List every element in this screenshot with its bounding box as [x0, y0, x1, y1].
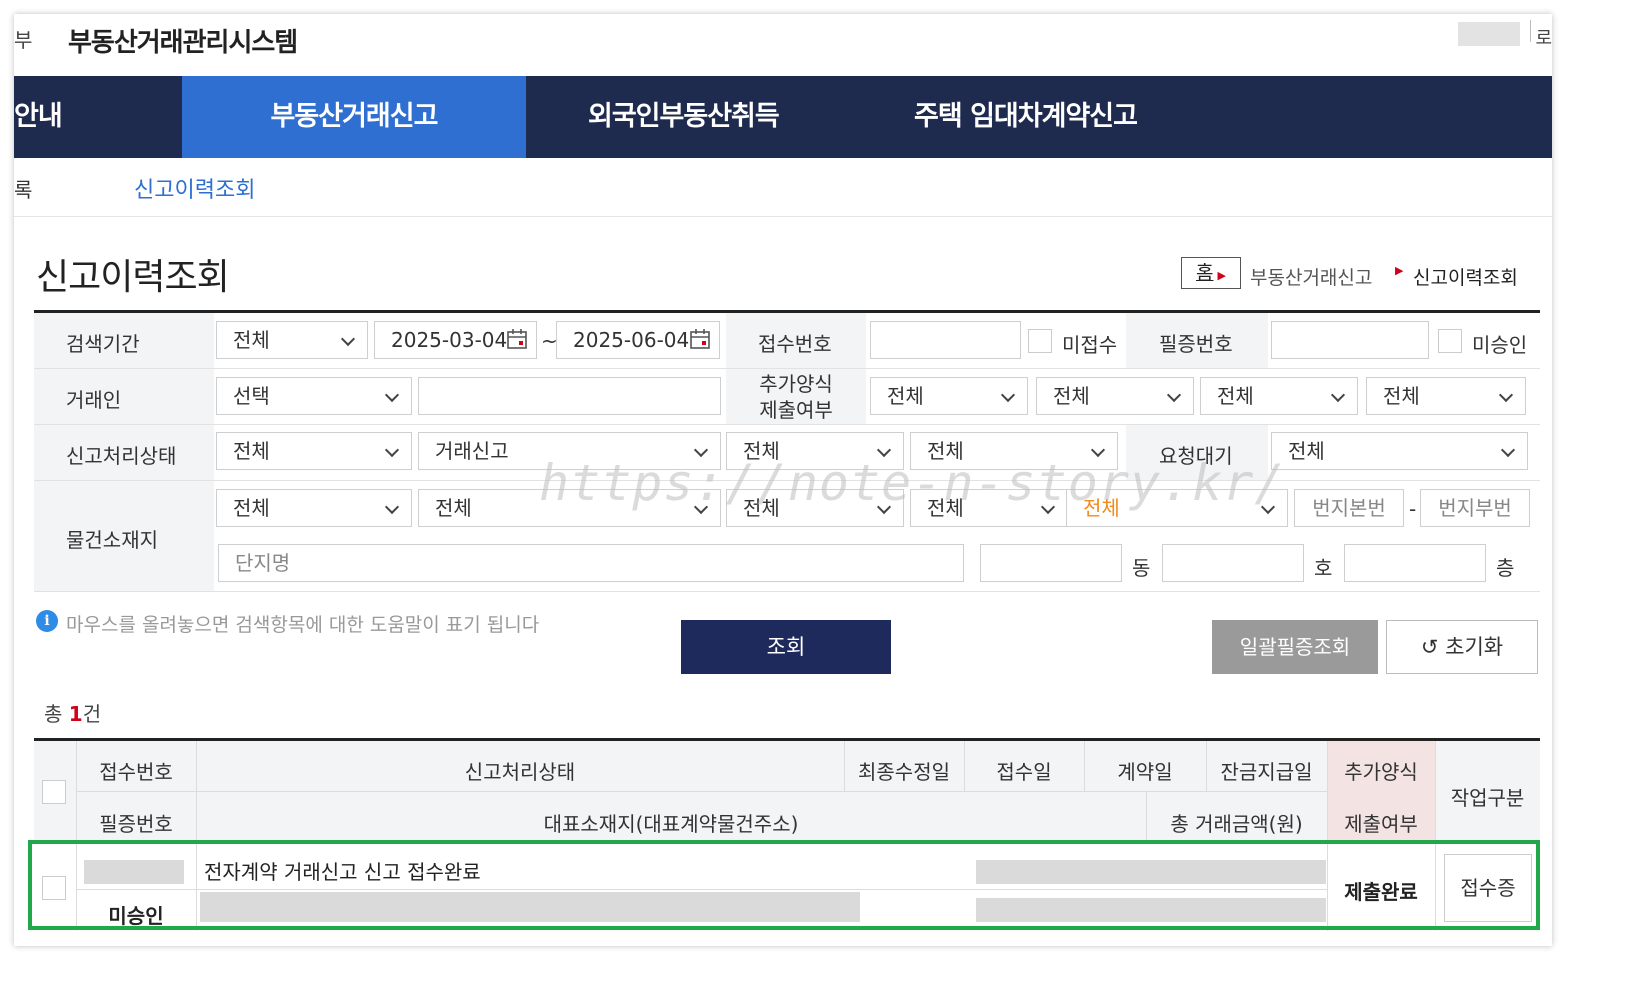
start-date-input[interactable]: 2025-03-04	[374, 321, 537, 359]
period-label: 검색기간	[66, 332, 140, 356]
label-cell	[34, 369, 214, 424]
highlight-box	[28, 840, 1540, 930]
app-title[interactable]: 부동산거래관리시스템	[68, 22, 298, 59]
breadcrumb-current: 신고이력조회	[1413, 267, 1518, 289]
dong-input[interactable]	[980, 544, 1122, 582]
info-icon: i	[36, 610, 58, 632]
col-cert-no: 필증번호	[99, 812, 173, 836]
floor-input[interactable]	[1344, 544, 1486, 582]
extra-form-label-line1: 추가양식	[759, 372, 833, 396]
start-date-value: 2025-03-04	[391, 328, 508, 352]
extra-form-label-line2: 제출여부	[759, 398, 833, 422]
col-total-amount: 총 거래금액(원)	[1170, 812, 1303, 836]
breadcrumb-home[interactable]: 홈 ▶	[1181, 257, 1241, 289]
reset-button-label: 초기화	[1445, 635, 1504, 659]
status-select-1[interactable]: 전체	[216, 432, 412, 470]
result-count-prefix: 총	[44, 702, 69, 726]
bonbun-input[interactable]: 번지본번	[1294, 489, 1404, 527]
period-select[interactable]: 전체	[216, 321, 368, 359]
col-task: 작업구분	[1450, 786, 1525, 810]
request-wait-select[interactable]: 전체	[1271, 432, 1528, 470]
unreceived-checkbox[interactable]	[1028, 329, 1052, 353]
breadcrumb-home-label: 홈	[1196, 262, 1214, 284]
col-received-date: 접수일	[996, 760, 1052, 784]
unreceived-label: 미접수	[1062, 333, 1118, 357]
page-title: 신고이력조회	[36, 257, 230, 298]
end-date-input[interactable]: 2025-06-04	[556, 321, 720, 359]
extra-form-select-1[interactable]: 전체	[870, 377, 1028, 415]
table-grid-line	[76, 791, 1327, 792]
watermark: https://note-n-story.kr/	[539, 454, 1286, 512]
nav-item-guide[interactable]: 안내	[14, 76, 174, 158]
trader-label: 거래인	[66, 388, 122, 412]
result-count-number: 1	[68, 702, 83, 726]
col-status: 신고처리상태	[464, 760, 576, 784]
status-label: 신고처리상태	[66, 444, 177, 468]
extra-form-select-2[interactable]: 전체	[1036, 377, 1194, 415]
cert-no-input[interactable]	[1271, 321, 1429, 359]
location-label: 물건소재지	[66, 528, 158, 552]
main-nav: 안내 부동산거래신고 외국인부동산취득 주택 임대차계약신고	[14, 76, 1552, 158]
calendar-icon[interactable]	[506, 328, 528, 350]
col-last-modified: 최종수정일	[858, 760, 950, 784]
breadcrumb-arrow-icon: ▶	[1217, 269, 1226, 282]
receipt-no-label: 접수번호	[758, 332, 832, 356]
unapproved-checkbox[interactable]	[1438, 329, 1462, 353]
result-count: 총 1건	[44, 698, 101, 727]
dong-label: 동	[1132, 556, 1151, 580]
header-user-block[interactable]	[1458, 22, 1520, 46]
end-date-value: 2025-06-04	[573, 328, 690, 352]
receipt-no-input[interactable]	[870, 321, 1021, 359]
ho-label: 호	[1314, 556, 1333, 580]
bulk-cert-search-button[interactable]: 일괄필증조회	[1212, 620, 1378, 674]
trader-input[interactable]	[418, 377, 721, 415]
col-contract-date: 계약일	[1117, 760, 1173, 784]
breadcrumb-item[interactable]: 부동산거래신고	[1250, 263, 1372, 290]
select-all-checkbox[interactable]	[42, 780, 66, 804]
extra-form-select-4[interactable]: 전체	[1366, 377, 1526, 415]
reset-icon: ↺	[1420, 635, 1439, 659]
trader-select[interactable]: 선택	[216, 377, 412, 415]
header-divider	[1530, 20, 1531, 42]
location-select-1[interactable]: 전체	[216, 489, 412, 527]
bubun-input[interactable]: 번지부번	[1420, 489, 1530, 527]
search-button[interactable]: 조회	[681, 620, 891, 674]
reset-button[interactable]: ↺ 초기화	[1386, 620, 1538, 674]
header-right-edge[interactable]: 로	[1535, 24, 1552, 50]
header-left-edge: 부	[14, 28, 33, 52]
subnav-left-edge[interactable]: 록	[14, 174, 32, 203]
nav-item-lease-report[interactable]: 주택 임대차계약신고	[914, 76, 1204, 158]
col-receipt-no: 접수번호	[99, 760, 173, 784]
subnav-item-report-history[interactable]: 신고이력조회	[134, 172, 255, 204]
col-extra-form-line1: 추가양식	[1344, 760, 1418, 784]
extra-form-select-3[interactable]: 전체	[1200, 377, 1358, 415]
breadcrumb-arrow-icon: ▶	[1395, 264, 1404, 277]
extra-form-label: 추가양식 제출여부	[726, 371, 866, 423]
floor-label: 층	[1496, 556, 1515, 580]
calendar-icon[interactable]	[689, 328, 711, 350]
col-extra-form-line2: 제출여부	[1344, 812, 1418, 836]
help-text: 마우스를 올려놓으면 검색항목에 대한 도움말이 표기 됩니다	[66, 614, 540, 636]
col-address: 대표소재지(대표계약물건주소)	[543, 812, 799, 836]
cert-no-label: 필증번호	[1159, 332, 1233, 356]
col-balance-paid-date: 잔금지급일	[1220, 760, 1313, 784]
ho-input[interactable]	[1162, 544, 1304, 582]
complex-name-input[interactable]: 단지명	[218, 544, 964, 582]
unapproved-label: 미승인	[1472, 333, 1528, 357]
result-count-suffix: 건	[82, 702, 102, 726]
app-window: 부 부동산거래관리시스템 로 안내 부동산거래신고 외국인부동산취득 주택 임대…	[14, 14, 1552, 946]
nav-item-foreigner-acquisition[interactable]: 외국인부동산취득	[588, 76, 848, 158]
nav-item-realestate-report[interactable]: 부동산거래신고	[182, 76, 526, 158]
bunji-dash: -	[1409, 497, 1417, 521]
